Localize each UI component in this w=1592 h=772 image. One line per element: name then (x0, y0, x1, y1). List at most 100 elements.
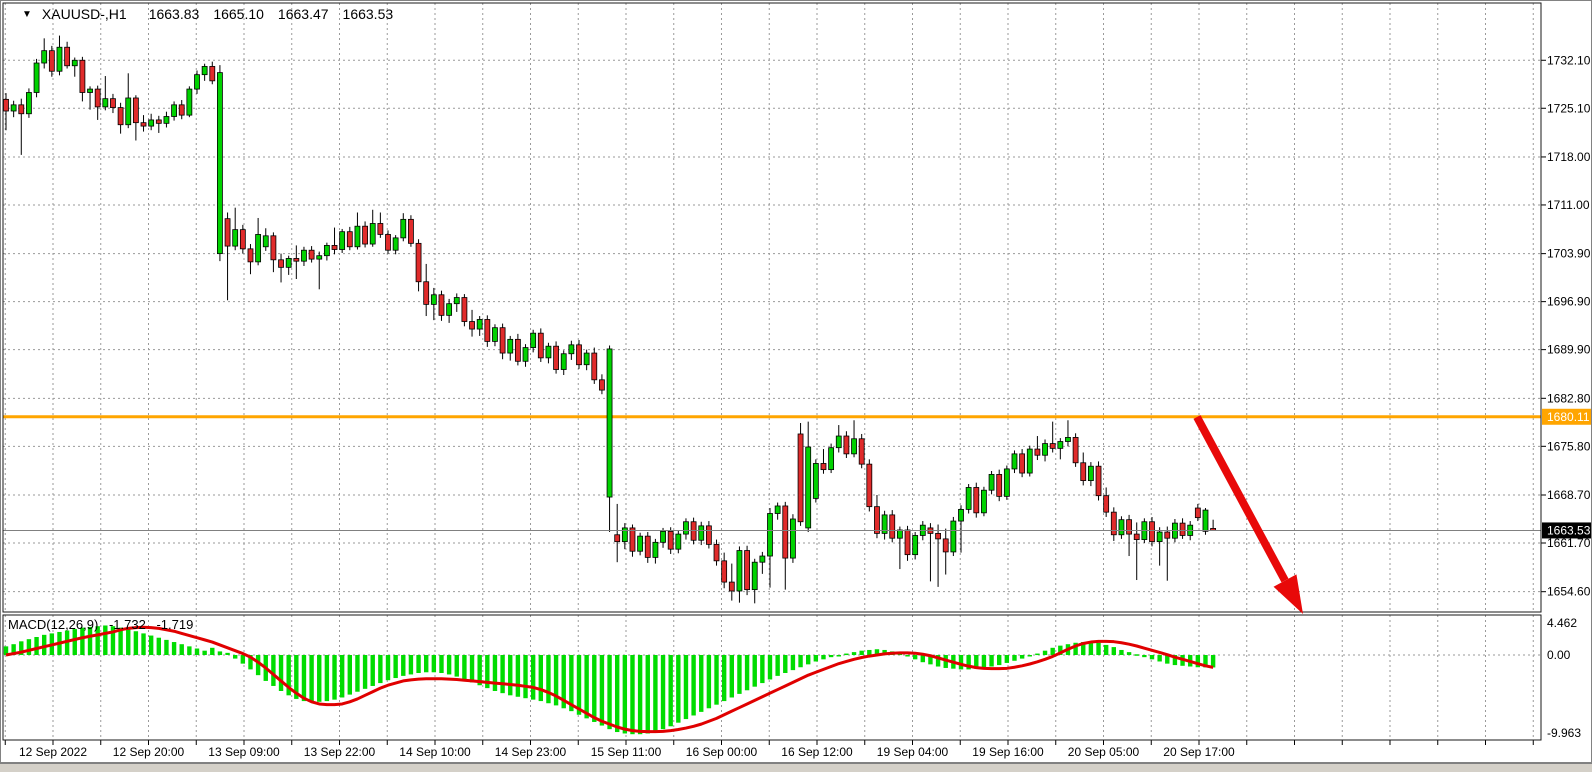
macd-histogram-bar (309, 655, 313, 702)
macd-histogram-bar (730, 655, 734, 697)
candlestick (65, 47, 70, 66)
macd-histogram-bar (371, 655, 375, 686)
macd-histogram-bar (623, 655, 627, 733)
candlestick (1035, 449, 1040, 455)
macd-histogram-bar (409, 655, 413, 674)
macd-histogram-bar (1157, 655, 1161, 661)
macd-histogram-bar (126, 629, 130, 655)
macd-histogram-bar (386, 655, 390, 680)
candlestick (546, 346, 551, 358)
candlestick (294, 258, 299, 261)
candlestick (355, 226, 360, 247)
time-axis-label: 16 Sep 12:00 (781, 745, 853, 759)
macd-histogram-bar (653, 655, 657, 731)
macd-histogram-bar (447, 655, 451, 674)
macd-histogram-bar (1150, 655, 1154, 659)
candlestick (500, 328, 505, 353)
macd-histogram-bar (1112, 647, 1116, 655)
candlestick (393, 238, 398, 250)
candlestick (1088, 466, 1093, 480)
candlestick (829, 448, 834, 470)
macd-histogram-bar (600, 655, 604, 726)
symbol-dropdown-icon[interactable]: ▼ (22, 9, 32, 20)
candlestick (874, 507, 879, 534)
price-axis-tick-label: 1725.10 (1547, 101, 1591, 115)
macd-histogram-bar (34, 637, 38, 655)
macd-histogram-bar (508, 655, 512, 695)
macd-histogram-bar (699, 655, 703, 712)
candlestick (714, 544, 719, 560)
candlestick (240, 230, 245, 249)
candlestick (683, 522, 688, 534)
macd-histogram-bar (1012, 655, 1016, 661)
ohlc-open: 1663.83 (149, 6, 200, 22)
macd-histogram-bar (546, 655, 550, 703)
candlestick (897, 530, 902, 538)
candlestick (424, 282, 429, 305)
candlestick (386, 234, 391, 250)
macd-axis-tick-label: -9.963 (1547, 726, 1581, 740)
macd-histogram-bar (684, 655, 688, 719)
macd-histogram-bar (1050, 648, 1054, 655)
time-axis-label: 13 Sep 22:00 (304, 745, 376, 759)
bid-price-chip-label: 1663.53 (1547, 523, 1591, 537)
candlestick (569, 345, 574, 354)
candlestick (317, 256, 322, 259)
time-axis-label: 12 Sep 2022 (19, 745, 87, 759)
chart-title: ▼ XAUUSD-,H1 1663.83 1665.10 1663.47 166… (22, 6, 407, 22)
macd-histogram-bar (340, 655, 344, 697)
candlestick (1096, 466, 1101, 495)
candlestick (1134, 534, 1139, 539)
candlestick (844, 436, 849, 454)
macd-histogram-bar (202, 651, 206, 655)
candlestick (279, 260, 284, 268)
candlestick (439, 295, 444, 316)
candlestick (80, 60, 85, 92)
price-axis-tick-label: 1711.00 (1547, 198, 1590, 212)
macd-histogram-bar (455, 655, 459, 677)
candlestick (1073, 437, 1078, 462)
candlestick (1180, 523, 1185, 535)
macd-histogram-bar (218, 651, 222, 655)
candlestick (19, 105, 24, 114)
macd-histogram-bar (523, 655, 527, 698)
macd-histogram-bar (1043, 651, 1047, 655)
macd-histogram-bar (959, 655, 963, 669)
macd-histogram-bar (317, 655, 321, 702)
macd-histogram-bar (829, 655, 833, 657)
candlestick (867, 464, 872, 507)
candlestick (133, 98, 138, 123)
candlestick (981, 490, 986, 513)
candlestick (699, 526, 704, 540)
candlestick (72, 60, 77, 65)
candlestick (103, 99, 108, 107)
macd-histogram-bar (783, 655, 787, 673)
candlestick (997, 474, 1002, 496)
candlestick (989, 474, 994, 490)
candlestick (1119, 520, 1124, 535)
macd-histogram-bar (325, 655, 329, 701)
macd-histogram-bar (1005, 655, 1009, 663)
candlestick (263, 236, 268, 247)
macd-histogram-bar (775, 655, 779, 676)
macd-histogram-bar (768, 655, 772, 679)
candlestick (1104, 496, 1109, 512)
candlestick (225, 219, 230, 246)
candlestick (95, 89, 100, 107)
macd-histogram-bar (859, 651, 863, 655)
candlestick (936, 533, 941, 538)
candlestick (34, 63, 39, 92)
macd-histogram-bar (1119, 650, 1123, 655)
macd-histogram-bar (1127, 652, 1131, 655)
candlestick (462, 298, 467, 322)
macd-histogram-bar (1020, 655, 1024, 659)
candlestick (768, 514, 773, 557)
macd-histogram-bar (401, 655, 405, 676)
candlestick (554, 346, 559, 369)
macd-histogram-bar (470, 655, 474, 682)
candlestick (454, 298, 459, 304)
price-chart-canvas[interactable]: 1732.101725.101718.001711.001703.901696.… (0, 0, 1592, 772)
macd-histogram-bar (982, 655, 986, 668)
price-axis-tick-label: 1732.10 (1547, 53, 1591, 67)
candlestick (1050, 444, 1055, 449)
